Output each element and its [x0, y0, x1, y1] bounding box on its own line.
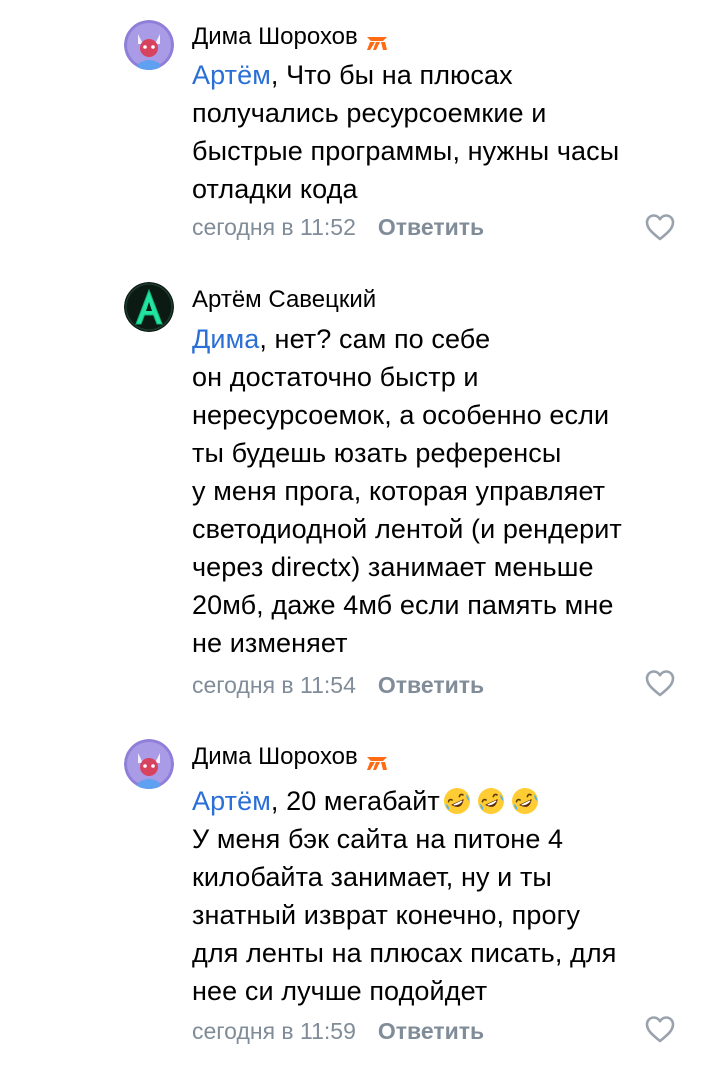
- comment-meta: сегодня в 11:59 Ответить: [192, 1016, 484, 1046]
- rofl-emoji: [442, 786, 472, 816]
- comment-line: не изменяет: [192, 628, 348, 658]
- author-name[interactable]: Артём Савецкий: [192, 285, 376, 315]
- heart-icon[interactable]: [644, 1014, 676, 1044]
- reply-button[interactable]: Ответить: [378, 1018, 484, 1044]
- comment-line-text: , Что бы на плюсах: [270, 60, 513, 90]
- heart-icon[interactable]: [644, 668, 676, 698]
- avatar[interactable]: [124, 20, 174, 70]
- timestamp: сегодня в 11:59: [192, 1018, 356, 1044]
- comment-line: Артём, Что бы на плюсах: [192, 56, 672, 94]
- timestamp: сегодня в 11:52: [192, 214, 356, 240]
- comment-meta: сегодня в 11:52 Ответить: [192, 212, 484, 242]
- comment-line: у меня прога, которая управляет: [192, 476, 606, 506]
- comment-line: килобайта занимает, ну и ты: [192, 862, 552, 892]
- reply-button[interactable]: Ответить: [378, 214, 484, 240]
- comment-line: ты будешь юзать референсы: [192, 438, 562, 468]
- mention-link[interactable]: Артём: [192, 786, 271, 816]
- avatar[interactable]: [124, 282, 174, 332]
- comment-line: У меня бэк сайта на питоне 4: [192, 824, 564, 854]
- fnatic-badge-icon: [366, 749, 388, 770]
- comment-line: нересурсоемок, а особенно если: [192, 400, 610, 430]
- fnatic-badge-icon: [366, 29, 388, 50]
- comment-line: он достаточно быстр и: [192, 362, 479, 392]
- comment-line: получались ресурсоемкие и: [192, 98, 547, 128]
- comment-line: Дима, нет? сам по себе: [192, 320, 672, 358]
- comment-line: светодиодной лентой (и рендерит: [192, 514, 622, 544]
- avatar[interactable]: [124, 739, 174, 789]
- comment-line-text: , нет? сам по себе: [259, 324, 491, 354]
- comment-line: через directx) занимает меньше: [192, 552, 594, 582]
- comment-line: для ленты на плюсах писать, для: [192, 938, 617, 968]
- author-name-row: Дима Шорохов: [192, 742, 388, 772]
- comment-line: отладки кода: [192, 174, 358, 204]
- comment-text: Дима, нет? сам по себе он достаточно быс…: [192, 320, 672, 662]
- comment-text: Артём, 20 мегабайт У меня бэк сайта на п…: [192, 782, 672, 1010]
- heart-icon[interactable]: [644, 212, 676, 242]
- author-name[interactable]: Дима Шорохов: [192, 22, 358, 52]
- author-name[interactable]: Дима Шорохов: [192, 742, 358, 772]
- comment-meta: сегодня в 11:54 Ответить: [192, 670, 484, 700]
- comment-line: быстрые программы, нужны часы: [192, 136, 620, 166]
- rofl-emoji: [476, 786, 506, 816]
- author-name-row: Артём Савецкий: [192, 285, 376, 315]
- rofl-emoji: [510, 786, 540, 816]
- comment-line: знатный изврат конечно, прогу: [192, 900, 581, 930]
- author-name-row: Дима Шорохов: [192, 22, 388, 52]
- mention-link[interactable]: Артём: [192, 60, 271, 90]
- comment-line: 20мб, даже 4мб если память мне: [192, 590, 614, 620]
- timestamp: сегодня в 11:54: [192, 672, 356, 698]
- comment-line: Артём, 20 мегабайт: [192, 782, 672, 820]
- comment-text: Артём, Что бы на плюсах получались ресур…: [192, 56, 672, 208]
- mention-link[interactable]: Дима: [192, 324, 259, 354]
- comment-line-text: , 20 мегабайт: [270, 786, 440, 816]
- comment-line: нее си лучше подойдет: [192, 976, 488, 1006]
- reply-button[interactable]: Ответить: [378, 672, 484, 698]
